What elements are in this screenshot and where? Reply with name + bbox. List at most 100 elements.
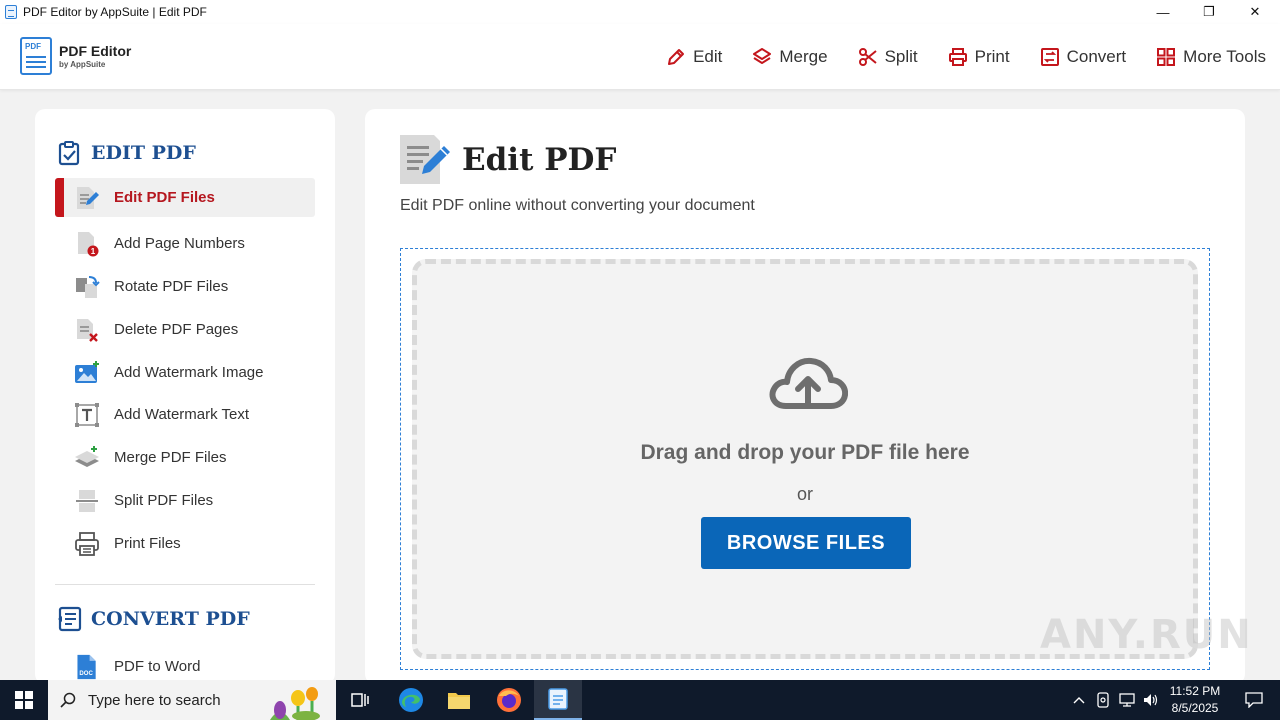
sidebar-item-print-files[interactable]: Print Files — [55, 524, 315, 563]
word-doc-icon: DOC — [77, 654, 96, 680]
nav-merge[interactable]: Merge — [752, 47, 828, 67]
sidebar-item-add-watermark-image[interactable]: Add Watermark Image — [55, 353, 315, 392]
clock-date: 8/5/2025 — [1171, 701, 1219, 715]
nav-more-tools[interactable]: More Tools — [1156, 47, 1266, 67]
chevron-up-icon — [1073, 697, 1085, 704]
sidebar-item-label: Add Watermark Text — [114, 406, 250, 423]
maximize-button[interactable]: ❐ — [1186, 0, 1232, 24]
window-titlebar: PDF Editor by AppSuite | Edit PDF — ❐ ✕ — [0, 0, 1280, 24]
logo-badge: PDF — [25, 42, 41, 51]
taskbar-pdf-editor[interactable] — [534, 680, 582, 720]
printer-icon — [75, 532, 99, 556]
search-placeholder: Type here to search — [88, 691, 221, 709]
window-title: PDF Editor by AppSuite | Edit PDF — [23, 5, 207, 19]
svg-text:1: 1 — [91, 247, 96, 256]
search-icon — [60, 692, 76, 708]
sidebar-item-label: PDF to Word — [114, 658, 201, 675]
nav-print-label: Print — [974, 47, 1010, 66]
scissors-icon — [858, 48, 877, 66]
edit-pdf-section-label: EDIT PDF — [91, 142, 196, 164]
page-header: Edit PDF — [400, 134, 616, 186]
minimize-button[interactable]: — — [1140, 0, 1186, 24]
network-icon — [1119, 693, 1135, 707]
edit-file-icon — [77, 187, 99, 209]
sidebar-item-add-page-numbers[interactable]: 1 Add Page Numbers — [55, 224, 315, 263]
sidebar-item-add-watermark-text[interactable]: Add Watermark Text — [55, 395, 315, 434]
pencil-icon — [668, 49, 685, 65]
task-view-button[interactable] — [336, 680, 384, 720]
pdf-editor-app-icon — [548, 688, 568, 710]
sidebar-item-edit-pdf-files[interactable]: Edit PDF Files — [55, 178, 315, 217]
sidebar-item-merge-pdf-files[interactable]: Merge PDF Files — [55, 438, 315, 477]
windows-logo-icon — [15, 691, 33, 709]
start-button[interactable] — [0, 680, 48, 720]
app-logo[interactable]: PDF PDF Editor by AppSuite — [20, 37, 131, 75]
convert-pdf-section-label: CONVERT PDF — [91, 608, 250, 630]
sidebar-item-rotate-pdf-files[interactable]: Rotate PDF Files — [55, 267, 315, 306]
taskbar-file-explorer[interactable] — [435, 680, 483, 720]
taskbar-clock[interactable]: 11:52 PM 8/5/2025 — [1156, 683, 1234, 717]
sidebar-item-label: Print Files — [114, 535, 181, 552]
nav-convert-label: Convert — [1066, 47, 1127, 66]
page-subtitle: Edit PDF online without converting your … — [400, 197, 755, 214]
delete-page-icon — [77, 319, 98, 342]
sidebar-item-pdf-to-word[interactable]: DOC PDF to Word — [55, 647, 315, 684]
sidebar-item-label: Add Page Numbers — [114, 235, 245, 252]
taskbar-firefox[interactable] — [485, 680, 533, 720]
page-title: Edit PDF — [462, 142, 617, 178]
nav-edit-label: Edit — [693, 47, 723, 66]
convert-list-icon — [58, 606, 82, 632]
tray-device-button[interactable] — [1092, 680, 1114, 720]
sidebar-divider — [55, 584, 315, 585]
logo-pdf-icon: PDF — [20, 37, 52, 75]
file-drop-zone[interactable]: Drag and drop your PDF file here or BROW… — [400, 248, 1210, 670]
sidebar-item-label: Split PDF Files — [114, 492, 214, 509]
cloud-upload-icon — [769, 357, 848, 409]
page-number-icon: 1 — [78, 232, 99, 257]
search-highlight-flowers-icon — [270, 687, 320, 720]
nav-more-tools-label: More Tools — [1183, 47, 1266, 66]
image-watermark-icon — [75, 361, 99, 383]
or-separator: or — [796, 484, 813, 504]
drop-area[interactable]: Drag and drop your PDF file here or BROW… — [412, 259, 1198, 659]
logo-byline: by AppSuite — [59, 59, 106, 69]
close-button[interactable]: ✕ — [1232, 0, 1278, 24]
split-icon — [76, 490, 98, 512]
clock-time: 11:52 PM — [1169, 684, 1221, 698]
browse-files-button[interactable]: BROWSE FILES — [701, 517, 911, 569]
grid-icon — [1157, 48, 1176, 66]
nav-print[interactable]: Print — [948, 47, 1010, 67]
text-watermark-icon — [75, 403, 99, 427]
tray-network-button[interactable] — [1116, 680, 1138, 720]
notification-icon — [1245, 692, 1263, 708]
drop-instructions: Drag and drop your PDF file here — [640, 441, 970, 464]
edit-pdf-section-title: EDIT PDF — [57, 140, 196, 166]
sidebar-item-label: Rotate PDF Files — [114, 278, 229, 295]
nav-split[interactable]: Split — [858, 47, 918, 67]
show-hidden-icons-button[interactable] — [1068, 680, 1090, 720]
task-view-icon — [351, 693, 369, 707]
clipboard-check-icon — [58, 141, 80, 166]
anyrun-watermark: ANY.RUN — [1040, 612, 1253, 658]
app-window-icon — [5, 5, 17, 19]
nav-convert[interactable]: Convert — [1040, 47, 1127, 67]
taskbar-edge[interactable] — [387, 680, 435, 720]
rotate-icon — [76, 276, 100, 298]
layers-icon — [753, 48, 772, 64]
sidebar: EDIT PDF Edit PDF Files 1 Add Page Numbe… — [35, 109, 335, 684]
convert-pdf-section-title: CONVERT PDF — [57, 606, 250, 632]
edit-document-icon — [400, 135, 450, 184]
app-header: PDF PDF Editor by AppSuite Edit Merge Sp… — [0, 24, 1280, 90]
edge-browser-icon — [399, 688, 423, 712]
notifications-button[interactable] — [1234, 680, 1274, 720]
nav-edit[interactable]: Edit — [666, 47, 722, 67]
sidebar-item-delete-pdf-pages[interactable]: Delete PDF Pages — [55, 310, 315, 349]
sidebar-item-label: Merge PDF Files — [114, 449, 227, 466]
sidebar-item-split-pdf-files[interactable]: Split PDF Files — [55, 481, 315, 520]
taskbar-search-box[interactable]: Type here to search — [48, 680, 336, 720]
folder-icon — [448, 693, 470, 709]
main-panel: Edit PDF Edit PDF online without convert… — [365, 109, 1245, 684]
device-icon — [1097, 692, 1109, 708]
doc-badge: DOC — [79, 671, 93, 677]
sidebar-item-label: Add Watermark Image — [114, 364, 264, 381]
